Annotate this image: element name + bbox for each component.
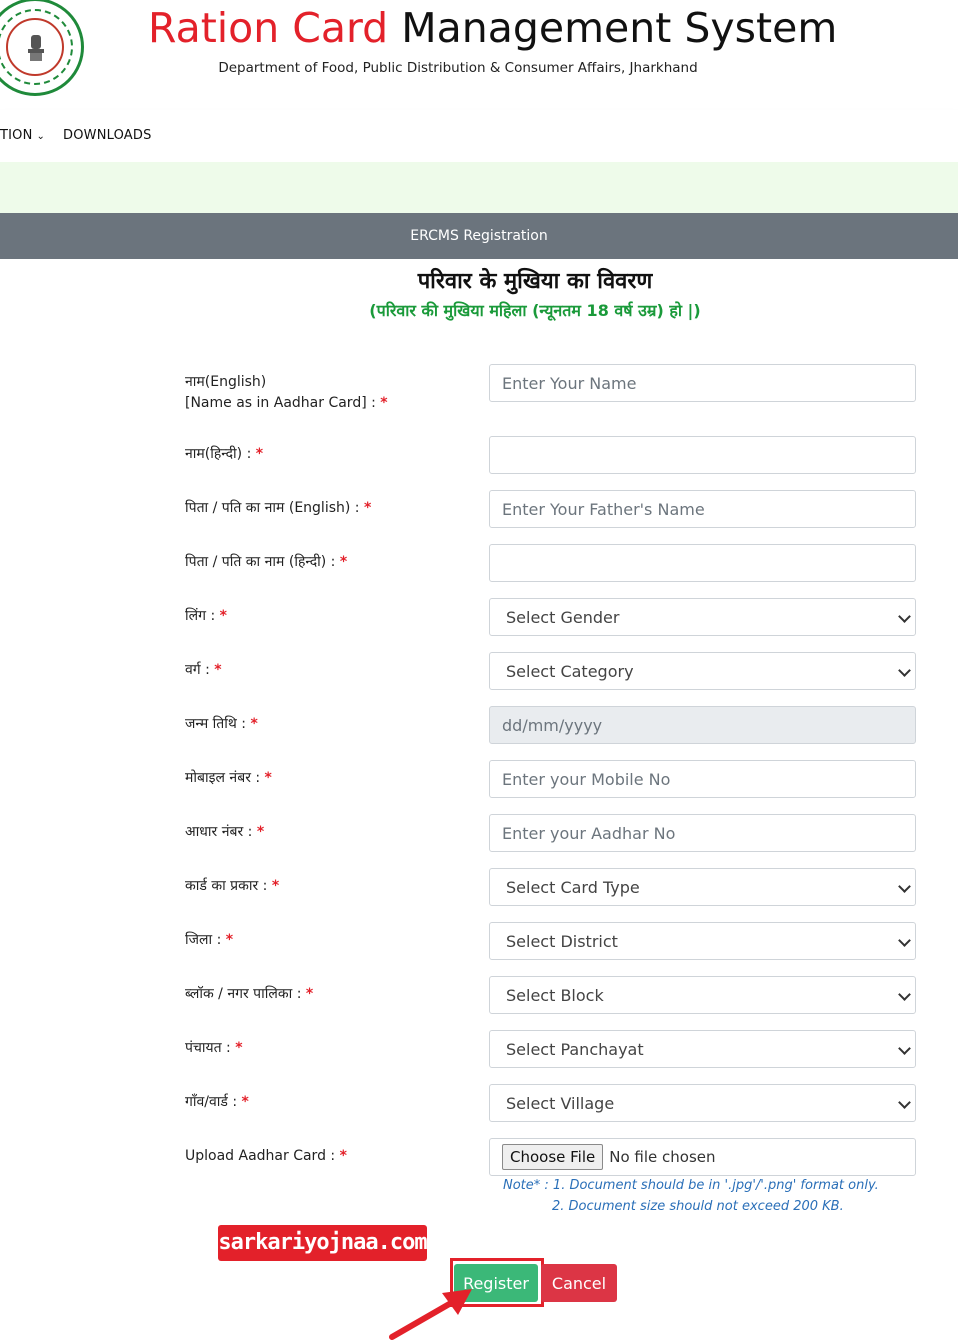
jharkhand-govt-logo <box>0 0 84 96</box>
nav-item-registration[interactable]: TION ⌄ <box>0 128 45 143</box>
dob-label: जन्म तिथि : * <box>185 716 258 732</box>
name-hi-input[interactable] <box>489 436 916 474</box>
panchayat-select[interactable]: Select Panchayat <box>489 1030 916 1068</box>
section-title-bar: ERCMS Registration <box>0 213 958 259</box>
emblem-icon <box>28 35 44 61</box>
village-label: गाँव/वार्ड : * <box>185 1094 249 1110</box>
breadcrumb-band <box>0 162 958 213</box>
file-status: No file chosen <box>609 1148 716 1166</box>
name-en-label: नाम(English) [Name as in Aadhar Card] : … <box>185 374 388 411</box>
page-title: Ration Card Management System <box>148 4 838 52</box>
department-subtitle: Department of Food, Public Distribution … <box>218 60 698 76</box>
form-subheading: (परिवार की मुखिया महिला (न्यूनतम 18 वर्ष… <box>369 301 701 320</box>
choose-file-button[interactable]: Choose File <box>502 1144 604 1170</box>
watermark-badge: sarkariyojnaa.com <box>218 1225 428 1261</box>
card-type-label: कार्ड का प्रकार : * <box>185 878 280 894</box>
chevron-down-icon <box>898 664 911 677</box>
block-label: ब्लॉक / नगर पालिका : * <box>185 986 314 1002</box>
main-nav: TION ⌄ DOWNLOADS <box>0 110 958 162</box>
cancel-button[interactable]: Cancel <box>541 1264 617 1302</box>
card-type-select[interactable]: Select Card Type <box>489 868 916 906</box>
upload-label: Upload Aadhar Card : * <box>185 1148 347 1164</box>
father-en-label: पिता / पति का नाम (English) : * <box>185 500 372 516</box>
gender-select[interactable]: Select Gender <box>489 598 916 636</box>
chevron-down-icon <box>898 1042 911 1055</box>
pointer-arrow-icon <box>389 1289 472 1340</box>
aadhar-file-input[interactable]: Choose File No file chosen <box>489 1138 916 1176</box>
dob-input[interactable] <box>489 706 916 744</box>
form-heading: परिवार के मुखिया का विवरण <box>417 269 653 294</box>
panchayat-label: पंचायत : * <box>185 1040 243 1056</box>
nav-item-downloads[interactable]: DOWNLOADS <box>63 128 152 143</box>
category-label: वर्ग : * <box>185 662 222 678</box>
chevron-down-icon <box>898 880 911 893</box>
mobile-label: मोबाइल नंबर : * <box>185 770 272 786</box>
category-select[interactable]: Select Category <box>489 652 916 690</box>
gender-label: लिंग : * <box>185 608 227 624</box>
father-en-input[interactable] <box>489 490 916 528</box>
block-select[interactable]: Select Block <box>489 976 916 1014</box>
chevron-down-icon <box>898 934 911 947</box>
father-hi-label: पिता / पति का नाम (हिन्दी) : * <box>185 554 348 570</box>
note-line-2: 2. Document size should not exceed 200 K… <box>552 1199 844 1214</box>
district-label: जिला : * <box>185 932 234 948</box>
chevron-down-icon <box>898 610 911 623</box>
name-hi-label: नाम(हिन्दी) : * <box>185 446 264 462</box>
aadhar-input[interactable] <box>489 814 916 852</box>
chevron-down-icon <box>898 1096 911 1109</box>
note-line-1: Note* : 1. Document should be in '.jpg'/… <box>503 1178 879 1193</box>
chevron-down-icon <box>898 988 911 1001</box>
village-select[interactable]: Select Village <box>489 1084 916 1122</box>
mobile-input[interactable] <box>489 760 916 798</box>
father-hi-input[interactable] <box>489 544 916 582</box>
district-select[interactable]: Select District <box>489 922 916 960</box>
chevron-down-icon: ⌄ <box>36 131 46 142</box>
aadhar-label: आधार नंबर : * <box>185 824 265 840</box>
name-en-input[interactable] <box>489 364 916 402</box>
